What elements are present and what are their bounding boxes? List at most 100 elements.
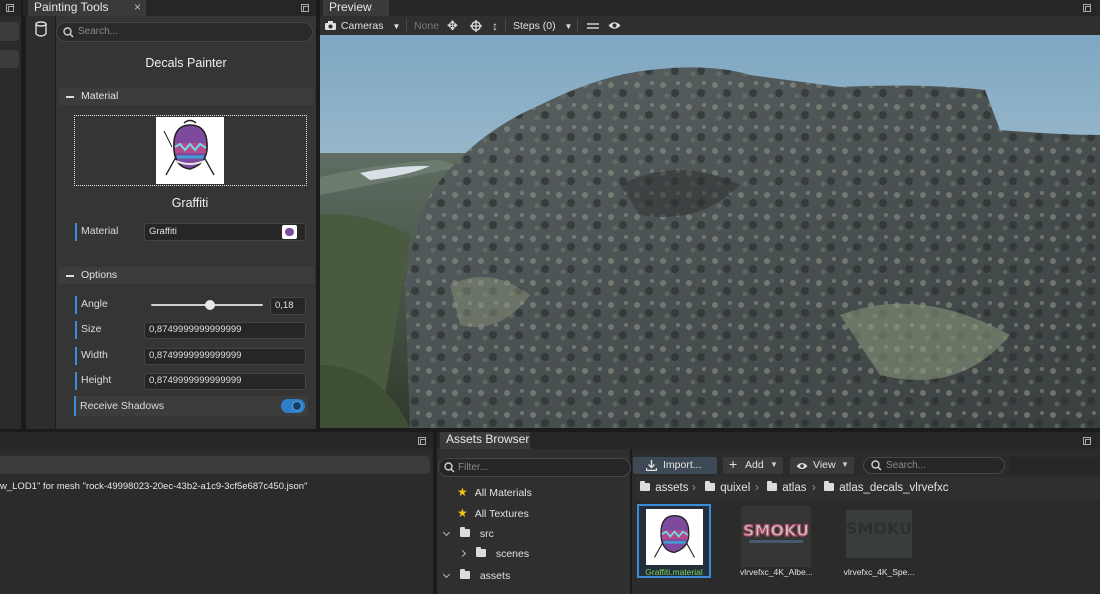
tree-item-label: All Materials xyxy=(474,487,532,499)
search-placeholder: Search... xyxy=(78,26,119,37)
tab-preview-label: Preview xyxy=(329,0,372,14)
left-strip-tabbar xyxy=(0,0,21,16)
crosshair-icon[interactable] xyxy=(470,20,482,32)
tree-item-scenes[interactable]: scenes xyxy=(458,547,530,560)
material-thumbnail xyxy=(156,117,224,184)
chevron-down-icon xyxy=(442,528,451,537)
eye-icon xyxy=(796,463,808,469)
steps-dropdown[interactable]: Steps (0) ▼ xyxy=(513,18,572,34)
options-section-header[interactable]: Options xyxy=(58,267,314,284)
painting-tools-search-input[interactable]: Search... xyxy=(56,22,313,42)
toggle-knob xyxy=(292,401,302,411)
download-icon xyxy=(646,460,657,471)
size-value: 0,8749999999999999 xyxy=(149,324,242,335)
breadcrumb-separator: › xyxy=(755,482,759,494)
plus-icon: + xyxy=(729,456,738,472)
assets-search-input[interactable]: Search... xyxy=(863,457,1005,474)
breadcrumb-atlas-decals[interactable]: atlas_decals_vlrvefxc xyxy=(824,481,949,494)
folder-icon xyxy=(705,481,715,491)
panel-title: Decals Painter xyxy=(145,56,227,70)
collapse-icon xyxy=(66,96,74,98)
rock-scene xyxy=(320,67,1100,428)
breadcrumb-assets[interactable]: assets xyxy=(640,481,689,494)
star-icon: ★ xyxy=(457,485,468,499)
preview-viewport[interactable] xyxy=(320,35,1100,428)
material-section-label: Material xyxy=(81,90,119,102)
breadcrumb-separator: › xyxy=(812,482,816,494)
maximize-icon[interactable] xyxy=(418,437,426,445)
row-accent xyxy=(75,347,77,365)
breadcrumb-label: quixel xyxy=(720,482,751,494)
material-drop-zone[interactable] xyxy=(74,115,307,186)
tab-assets-browser[interactable]: Assets Browser xyxy=(440,432,530,449)
tree-item-all-textures[interactable]: ★ All Textures xyxy=(457,506,529,520)
toolbar-separator xyxy=(577,19,578,31)
angle-slider[interactable] xyxy=(151,299,263,311)
chevron-down-icon: ▼ xyxy=(392,22,401,31)
row-accent xyxy=(75,223,77,241)
breadcrumb-atlas[interactable]: atlas xyxy=(767,481,807,494)
cameras-dropdown[interactable]: Cameras ▼ xyxy=(325,18,400,34)
asset-name: Graffiti.material xyxy=(645,567,703,577)
tree-item-src[interactable]: src xyxy=(442,527,494,540)
material-field[interactable]: Graffiti xyxy=(144,223,306,241)
add-label: Add xyxy=(745,459,764,471)
console-filter-field[interactable] xyxy=(0,456,430,474)
asset-tile-selected[interactable]: Graffiti.material xyxy=(637,504,711,578)
import-button[interactable]: Import... xyxy=(633,457,717,474)
tree-item-label: assets xyxy=(479,570,511,582)
none-button[interactable]: None xyxy=(414,18,439,34)
height-value: 0,8749999999999999 xyxy=(149,375,242,386)
tab-preview[interactable]: Preview xyxy=(323,0,389,16)
material-name: Graffiti xyxy=(171,196,209,210)
svg-text:SMOKU: SMOKU xyxy=(846,519,912,538)
angle-input[interactable]: 0,18 xyxy=(270,297,306,315)
maximize-icon[interactable] xyxy=(1083,4,1091,12)
row-accent xyxy=(75,296,77,314)
assets-filter-input[interactable]: Filter... xyxy=(438,458,631,477)
breadcrumb-label: assets xyxy=(655,482,689,494)
height-input[interactable]: 0,8749999999999999 xyxy=(144,373,306,390)
row-accent xyxy=(75,321,77,339)
width-value: 0,8749999999999999 xyxy=(149,350,242,361)
close-icon[interactable]: × xyxy=(134,0,141,15)
tab-painting-tools[interactable]: Painting Tools × xyxy=(28,0,146,16)
row-accent xyxy=(74,396,76,416)
chevron-down-icon: ▼ xyxy=(564,22,573,31)
left-strip-field[interactable] xyxy=(0,50,19,68)
material-field-thumbnail xyxy=(282,225,297,239)
vertical-arrows-icon[interactable]: ↕ xyxy=(492,18,498,34)
move-icon[interactable]: ✥ xyxy=(447,18,458,34)
angle-slider-handle[interactable] xyxy=(205,300,216,310)
maximize-icon[interactable] xyxy=(301,4,309,12)
steps-label: Steps (0) xyxy=(513,20,556,32)
import-label: Import... xyxy=(663,459,702,471)
cameras-label: Cameras xyxy=(340,20,384,32)
add-button[interactable]: + Add ▼ xyxy=(723,456,783,474)
eye-icon[interactable] xyxy=(608,21,621,30)
tree-item-assets[interactable]: assets xyxy=(442,569,511,582)
material-label: Material xyxy=(81,225,119,237)
width-input[interactable]: 0,8749999999999999 xyxy=(144,348,306,365)
asset-name: vlrvefxc_4K_Spe... xyxy=(843,567,915,577)
size-input[interactable]: 0,8749999999999999 xyxy=(144,322,306,339)
tree-item-label: scenes xyxy=(495,548,530,560)
tree-item-label: All Textures xyxy=(474,508,529,520)
material-section-header[interactable]: Material xyxy=(58,88,314,105)
left-strip-field[interactable] xyxy=(0,22,19,41)
maximize-icon[interactable] xyxy=(6,4,14,12)
maximize-icon[interactable] xyxy=(1083,437,1091,445)
camera-icon xyxy=(325,21,336,30)
view-button[interactable]: View ▼ xyxy=(790,457,854,474)
folder-icon xyxy=(767,481,777,491)
asset-tile[interactable]: SMOKU vlrvefxc_4K_Spe... xyxy=(843,506,915,578)
breadcrumb-quixel[interactable]: quixel xyxy=(705,481,751,494)
asset-tile[interactable]: SMOKU vlrvefxc_4K_Albe... xyxy=(740,506,812,578)
tree-item-all-materials[interactable]: ★ All Materials xyxy=(457,485,532,499)
height-label: Height xyxy=(81,374,112,386)
cylinder-tool-icon[interactable] xyxy=(34,21,48,37)
receive-shadows-toggle[interactable] xyxy=(281,399,305,413)
view-label: View xyxy=(813,459,836,471)
size-label: Size xyxy=(81,323,102,335)
equals-icon[interactable] xyxy=(587,22,599,30)
